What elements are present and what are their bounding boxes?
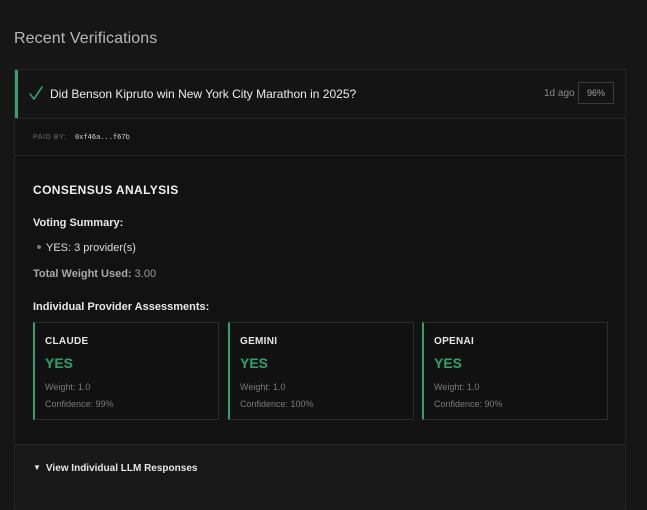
provider-weight: Weight: 1.0 <box>434 382 480 392</box>
provider-confidence: Confidence: 100% <box>240 399 314 409</box>
paid-by-address[interactable]: 0xf46a...f67b <box>75 133 130 141</box>
total-weight: Total Weight Used: 3.00 <box>33 268 156 280</box>
provider-card-claude: CLAUDE YES Weight: 1.0 Confidence: 99% <box>33 322 219 420</box>
verification-header[interactable]: Did Benson Kipruto win New York City Mar… <box>15 70 625 118</box>
llm-responses-row: ▼ View Individual LLM Responses <box>15 444 625 510</box>
provider-name: OPENAI <box>434 336 475 347</box>
total-weight-value: 3.00 <box>134 268 157 280</box>
verification-card: Did Benson Kipruto win New York City Mar… <box>14 69 626 510</box>
check-icon <box>28 84 44 102</box>
provider-name: CLAUDE <box>45 336 89 347</box>
provider-verdict: YES <box>240 355 269 371</box>
voting-summary-title: Voting Summary: <box>33 217 124 229</box>
vote-item: YES: 3 provider(s) <box>37 242 136 254</box>
provider-verdict: YES <box>45 355 74 371</box>
provider-verdict: YES <box>434 355 463 371</box>
consensus-title: CONSENSUS ANALYSIS <box>33 183 179 197</box>
paid-by-row: PAID BY: 0xf46a...f67b <box>15 118 625 156</box>
bullet-icon <box>37 245 41 250</box>
assessments-title: Individual Provider Assessments: <box>33 301 210 313</box>
vote-item-text: YES: 3 provider(s) <box>46 242 136 254</box>
confidence-badge: 96% <box>578 82 614 104</box>
section-title: Recent Verifications <box>14 30 158 47</box>
provider-confidence: Confidence: 99% <box>45 399 114 409</box>
triangle-down-icon: ▼ <box>33 463 41 472</box>
view-llm-responses-toggle[interactable]: ▼ View Individual LLM Responses <box>33 463 197 474</box>
timestamp: 1d ago <box>544 88 575 99</box>
provider-weight: Weight: 1.0 <box>45 382 91 392</box>
verification-question: Did Benson Kipruto win New York City Mar… <box>50 87 357 101</box>
provider-confidence: Confidence: 90% <box>434 399 503 409</box>
provider-card-openai: OPENAI YES Weight: 1.0 Confidence: 90% <box>422 322 608 420</box>
provider-weight: Weight: 1.0 <box>240 382 286 392</box>
provider-card-gemini: GEMINI YES Weight: 1.0 Confidence: 100% <box>228 322 414 420</box>
toggle-label: View Individual LLM Responses <box>45 463 198 474</box>
provider-name: GEMINI <box>240 336 278 347</box>
total-weight-label: Total Weight Used: <box>33 268 132 280</box>
paid-by-label: PAID BY: <box>33 134 67 141</box>
